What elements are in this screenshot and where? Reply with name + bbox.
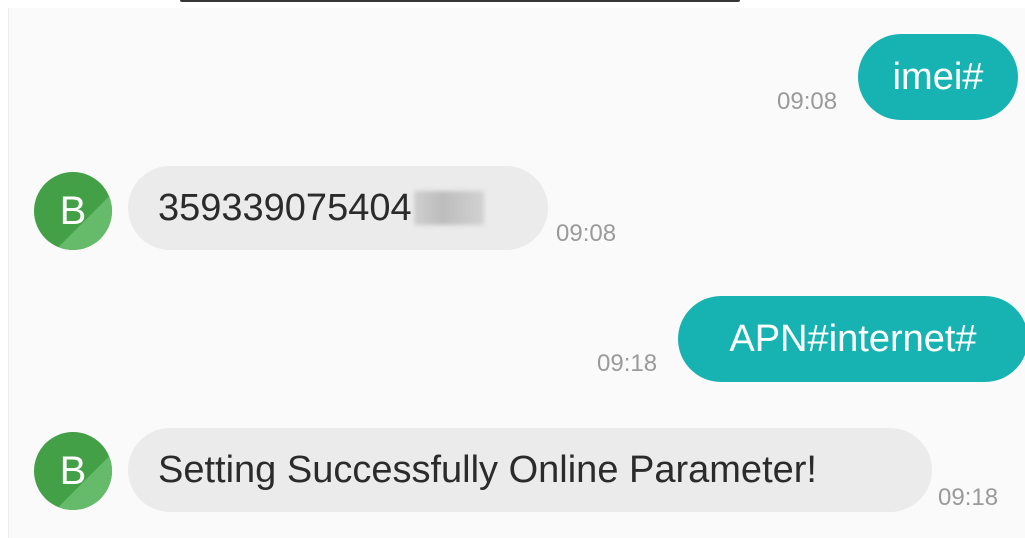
message-text: APN#internet#	[729, 318, 977, 360]
message-timestamp: 09:08	[777, 88, 838, 115]
top-strip	[0, 0, 1025, 8]
message-text: imei#	[892, 56, 984, 98]
outgoing-bubble[interactable]: imei#	[858, 34, 1018, 120]
avatar-letter: B	[59, 188, 87, 233]
left-edge	[0, 8, 9, 538]
message-text: Setting Successfully Online Parameter!	[158, 449, 817, 491]
incoming-bubble[interactable]: 359339075404	[128, 166, 548, 250]
message-timestamp: 09:18	[597, 350, 658, 377]
avatar-letter: B	[59, 448, 87, 493]
sender-avatar[interactable]: B	[34, 432, 112, 510]
outgoing-bubble[interactable]: APN#internet#	[678, 296, 1025, 382]
message-timestamp: 09:18	[938, 484, 999, 511]
message-timestamp: 09:08	[556, 220, 617, 247]
cropped-header-text	[180, 0, 740, 2]
sender-avatar[interactable]: B	[34, 172, 112, 250]
message-text: 359339075404	[158, 187, 412, 229]
redacted-digits	[413, 191, 484, 225]
incoming-bubble[interactable]: Setting Successfully Online Parameter!	[128, 428, 932, 512]
